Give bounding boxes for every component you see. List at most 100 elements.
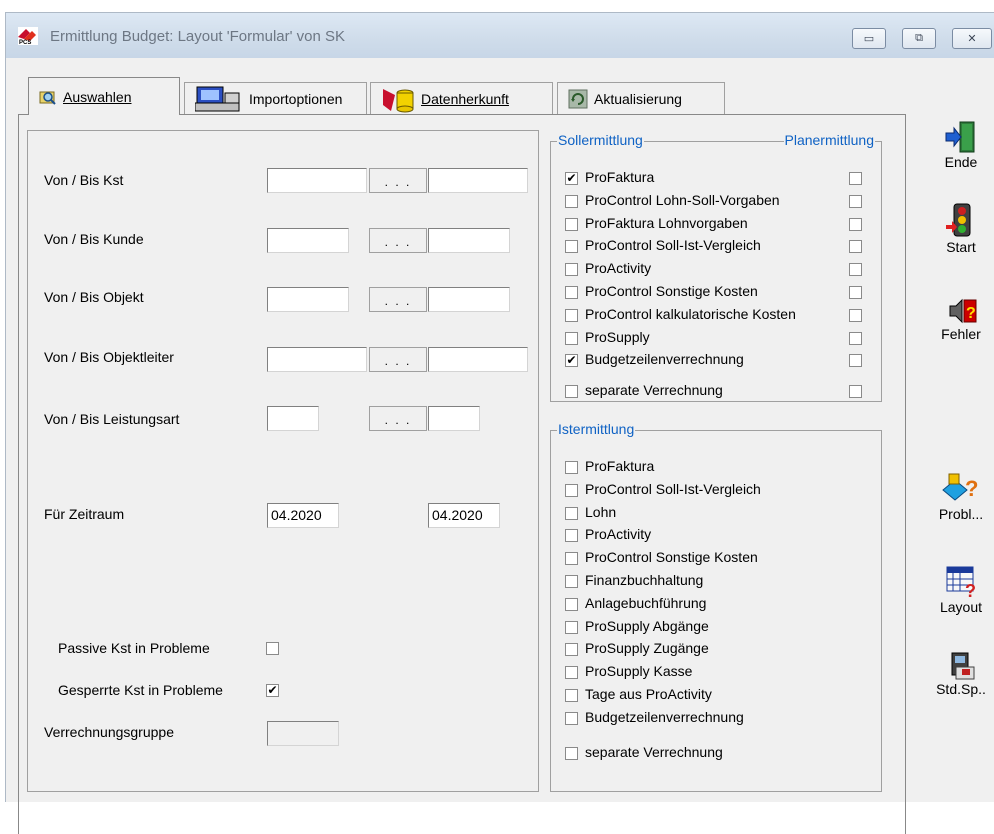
ist-checkbox-11[interactable] <box>565 711 578 725</box>
plan-checkbox-1[interactable] <box>849 194 862 208</box>
fehler-label: Fehler <box>941 326 981 342</box>
ist-checkbox-10[interactable] <box>565 689 578 702</box>
soll-checkbox-2[interactable] <box>565 217 578 231</box>
close-button[interactable]: ✕ <box>952 28 992 49</box>
ist-item-label: ProSupply Abgänge <box>585 617 709 634</box>
std-sp-button[interactable]: Std.Sp.. <box>928 651 994 697</box>
soll-item-label: ProControl kalkulatorische Kosten <box>585 305 796 322</box>
main-window: PCS Ermittlung Budget: Layout 'Formular'… <box>5 12 994 834</box>
soll-checkbox-5[interactable] <box>565 286 578 299</box>
kst-to-input[interactable] <box>428 168 528 193</box>
plan-checkbox-6[interactable] <box>849 308 862 322</box>
minimize-icon: ▭ <box>863 33 875 45</box>
tab-auswahlen[interactable]: Auswahlen <box>28 77 180 115</box>
fehler-button[interactable]: ? Fehler <box>928 296 994 342</box>
ist-item-label: ProControl Sonstige Kosten <box>585 549 758 566</box>
ende-button[interactable]: Ende <box>928 120 994 170</box>
ist-checkbox-5[interactable] <box>565 575 578 588</box>
ist-item-label: Lohn <box>585 503 617 520</box>
ende-label: Ende <box>944 154 978 170</box>
soll-item-label: ProSupply <box>585 328 650 345</box>
error-speaker-icon: ? <box>949 298 977 324</box>
plan-checkbox-2[interactable] <box>849 217 862 231</box>
ist-item-label: ProFaktura <box>585 458 655 474</box>
ist-checkbox-3[interactable] <box>565 529 578 543</box>
objekt-lookup-button[interactable]: . . . <box>369 287 427 312</box>
restore-button[interactable]: ⧉ <box>902 28 936 49</box>
objekt-from-input[interactable] <box>267 287 349 312</box>
plan-checkbox-0[interactable] <box>849 172 862 185</box>
gesperrte-kst-label: Gesperrte Kst in Probleme <box>58 682 223 698</box>
plan-checkbox-7[interactable] <box>849 331 862 345</box>
zeitraum-to-input[interactable]: 04.2020 <box>428 503 500 528</box>
sollermittlung-group: Sollermittlung Planermittlung ✔ ProFaktur… <box>550 132 882 402</box>
istermittlung-legend: Istermittlung <box>557 421 636 437</box>
plan-checkbox-5[interactable] <box>849 286 862 299</box>
std-sp-label: Std.Sp.. <box>936 681 986 697</box>
ist-checkbox-2[interactable] <box>565 506 578 520</box>
kst-lookup-button[interactable]: . . . <box>369 168 427 193</box>
ist-checkbox-0[interactable] <box>565 461 578 474</box>
ist-checkbox-9[interactable] <box>565 666 578 680</box>
istermittlung-group: Istermittlung ProFaktura ProControl Soll-… <box>550 421 882 792</box>
ist-checkbox-8[interactable] <box>565 643 578 657</box>
ist-item-label: Anlagebuchführung <box>585 594 707 611</box>
verrechnungsgruppe-input[interactable] <box>267 721 339 746</box>
soll-checkbox-1[interactable] <box>565 194 578 208</box>
layout-button[interactable]: ? Layout <box>928 563 994 615</box>
ist-checkbox-4[interactable] <box>565 552 578 566</box>
objekt-label: Von / Bis Objekt <box>44 289 144 305</box>
ist-checkbox-1[interactable] <box>565 483 578 497</box>
soll-checkbox-3[interactable] <box>565 240 578 254</box>
soll-checkbox-9[interactable] <box>565 385 578 399</box>
objektleiter-lookup-button[interactable]: . . . <box>369 347 427 372</box>
kunde-lookup-button[interactable]: . . . <box>369 228 427 253</box>
svg-text:?: ? <box>965 476 978 501</box>
soll-checkbox-8[interactable]: ✔ <box>565 354 578 368</box>
probl-button[interactable]: ? Probl... <box>928 470 994 522</box>
soll-item-label: ProControl Soll-Ist-Vergleich <box>585 237 761 254</box>
minimize-button[interactable]: ▭ <box>852 28 886 49</box>
soll-checkbox-0[interactable]: ✔ <box>565 172 578 185</box>
plan-checkbox-9[interactable] <box>849 385 862 399</box>
title-bar: PCS Ermittlung Budget: Layout 'Formular'… <box>6 13 994 58</box>
plan-checkbox-3[interactable] <box>849 240 862 254</box>
leistungsart-from-input[interactable] <box>267 406 319 431</box>
plan-checkbox-4[interactable] <box>849 263 862 277</box>
probl-label: Probl... <box>938 506 984 522</box>
soll-checkbox-7[interactable] <box>565 331 578 345</box>
restore-icon: ⧉ <box>915 32 923 44</box>
tab-importoptionen[interactable]: Importoptionen <box>184 82 367 114</box>
soll-checkbox-4[interactable] <box>565 263 578 277</box>
soll-item-label: Budgetzeilenverrechnung <box>585 351 744 368</box>
ist-checkbox-12[interactable] <box>565 746 578 760</box>
kunde-from-input[interactable] <box>267 228 349 253</box>
tab-aktualisierung[interactable]: Aktualisierung <box>557 82 725 114</box>
soll-item-label: ProActivity <box>585 260 652 277</box>
svg-text:PCS: PCS <box>19 40 31 45</box>
plan-checkbox-8[interactable] <box>849 354 862 368</box>
ist-checkbox-7[interactable] <box>565 620 578 634</box>
objektleiter-to-input[interactable] <box>428 347 528 372</box>
gesperrte-kst-checkbox[interactable]: ✔ <box>266 684 279 697</box>
ist-checkbox-6[interactable] <box>565 597 578 611</box>
sollermittlung-legend: Sollermittlung <box>557 132 644 148</box>
kunde-to-input[interactable] <box>428 228 510 253</box>
tab-datenherkunft[interactable]: Datenherkunft <box>370 82 553 114</box>
objektleiter-from-input[interactable] <box>267 347 367 372</box>
ist-item-label: ProSupply Kasse <box>585 663 693 680</box>
svg-text:?: ? <box>966 305 976 322</box>
app-logo-icon: PCS <box>18 27 38 45</box>
passive-kst-checkbox[interactable] <box>266 642 279 655</box>
objekt-to-input[interactable] <box>428 287 510 312</box>
soll-item-label: separate Verrechnung <box>585 382 723 399</box>
ist-item-label: Finanzbuchhaltung <box>585 572 704 588</box>
leistungsart-to-input[interactable] <box>428 406 480 431</box>
zeitraum-from-input[interactable]: 04.2020 <box>267 503 339 528</box>
database-source-icon <box>383 88 414 112</box>
start-button[interactable]: Start <box>928 203 994 255</box>
leistungsart-lookup-button[interactable]: . . . <box>369 406 427 431</box>
kst-from-input[interactable] <box>267 168 367 193</box>
soll-checkbox-6[interactable] <box>565 308 578 322</box>
layout-label: Layout <box>939 599 983 615</box>
